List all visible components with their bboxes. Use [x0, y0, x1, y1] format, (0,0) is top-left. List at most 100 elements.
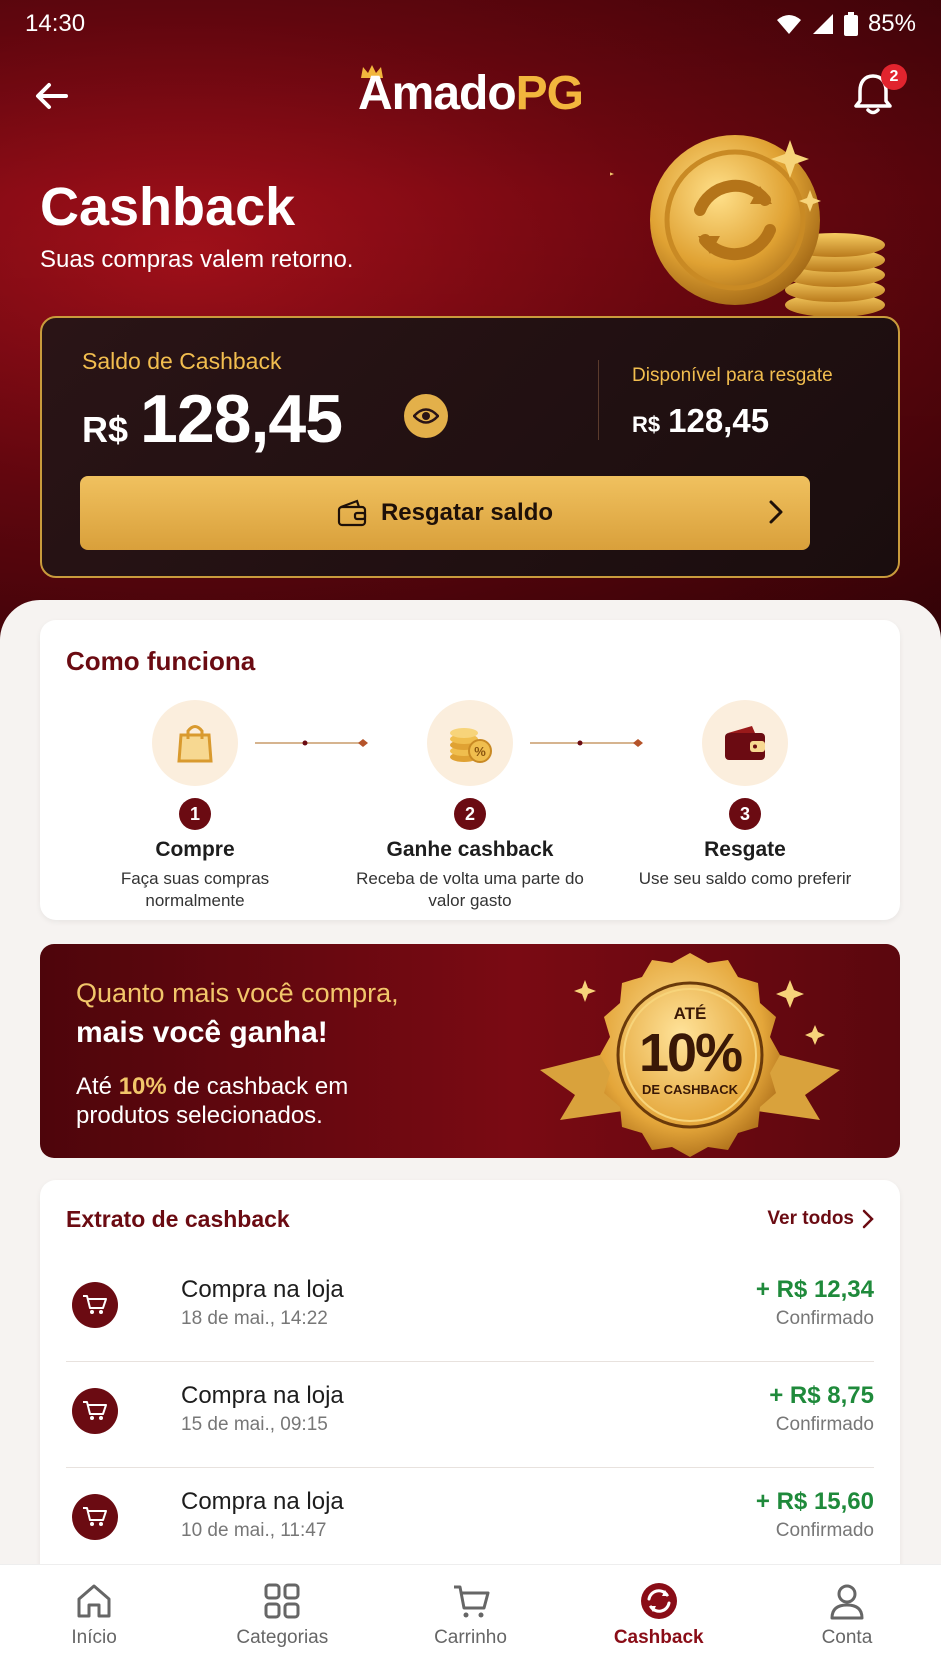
redeem-label: Resgatar saldo [380, 499, 554, 526]
step-icon-bg: % [427, 700, 513, 786]
notifications-button[interactable]: 2 [851, 64, 907, 120]
row-date: 18 de mai., 14:22 [181, 1308, 328, 1329]
signal-icon [812, 14, 833, 34]
see-all-label: Ver todos [767, 1208, 854, 1229]
wallet-icon [725, 726, 765, 760]
cashback-seal: ATÉ 10% DE CASHBACK [520, 950, 860, 1158]
eye-icon [413, 408, 439, 424]
nav-label: Categorias [236, 1627, 329, 1648]
cashback-icon [640, 1583, 677, 1619]
step-name: Resgate [704, 838, 786, 861]
row-status: Confirmado [775, 1414, 874, 1435]
step-redeem: 3 Resgate Use seu saldo como preferir [625, 700, 865, 890]
shopping-bag-icon [177, 725, 213, 763]
statement-row[interactable]: Compra na loja 18 de mai., 14:22 + R$ 12… [66, 1256, 874, 1362]
wallet-icon [337, 499, 367, 527]
logo-text-amado: Amado [357, 67, 517, 120]
seal-bottom-text: DE CASHBACK [641, 1082, 739, 1097]
seal-top-text: ATÉ [673, 1004, 707, 1023]
row-date: 15 de mai., 09:15 [181, 1414, 328, 1435]
row-icon-bg [72, 1282, 118, 1328]
nav-label: Carrinho [434, 1627, 507, 1648]
nav-label: Cashback [613, 1627, 704, 1648]
row-amount: + R$ 8,75 [769, 1382, 874, 1409]
statement-title: Extrato de cashback [66, 1206, 290, 1232]
nav-item-account[interactable]: Conta [753, 1565, 941, 1672]
balance-card: Saldo de Cashback R$ 128,45 Disponível p… [40, 316, 900, 578]
balance-amount: 128,45 [140, 381, 343, 457]
nav-item-cart[interactable]: Carrinho [376, 1565, 564, 1672]
nav-label: Conta [821, 1627, 873, 1648]
promo-banner[interactable]: Quanto mais você compra, mais você ganha… [40, 944, 900, 1158]
svg-text:%: % [474, 744, 486, 759]
cashback-coin-illustration [610, 135, 885, 317]
step-icon-bg [152, 700, 238, 786]
statement-row[interactable]: Compra na loja 10 de mai., 11:47 + R$ 15… [66, 1468, 874, 1574]
redeem-balance-button[interactable]: Resgatar saldo [80, 476, 810, 550]
logo-text-pg: PG [515, 67, 584, 120]
notification-badge: 2 [881, 64, 907, 90]
seal-value: 10% [638, 1023, 743, 1083]
promo-line-1: Quanto mais você compra, [76, 978, 399, 1008]
promo-line-2: mais você ganha! [76, 1016, 328, 1049]
wifi-icon [776, 15, 801, 34]
see-all-link[interactable]: Ver todos [767, 1208, 874, 1230]
nav-item-cashback[interactable]: Cashback [565, 1565, 753, 1672]
row-date: 10 de mai., 11:47 [181, 1520, 327, 1541]
page-subtitle: Suas compras valem retorno. [40, 246, 354, 273]
how-it-works-card: Como funciona 1 Compre Faça suas compras… [40, 620, 900, 920]
step-number: 3 [729, 798, 761, 830]
user-icon [830, 1584, 864, 1620]
chevron-right-icon [769, 500, 783, 524]
row-icon-bg [72, 1388, 118, 1434]
step-number: 1 [179, 798, 211, 830]
nav-item-categories[interactable]: Categorias [188, 1565, 376, 1672]
row-name: Compra na loja [181, 1488, 344, 1515]
cart-icon [83, 1507, 107, 1526]
battery-icon [843, 12, 858, 36]
row-name: Compra na loja [181, 1276, 344, 1303]
available-label: Disponível para resgate [632, 365, 833, 386]
row-name: Compra na loja [181, 1382, 344, 1409]
row-status: Confirmado [775, 1520, 874, 1541]
page-title: Cashback [40, 177, 296, 237]
home-icon [77, 1584, 111, 1618]
promo-highlight: 10% [118, 1073, 167, 1100]
grid-icon [264, 1583, 300, 1619]
step-description: Receba de volta uma parte do valor gasto [356, 869, 584, 910]
cart-icon [83, 1295, 107, 1314]
row-amount: + R$ 12,34 [755, 1276, 874, 1303]
app-logo: AmadoPG [0, 66, 941, 121]
step-icon-bg [702, 700, 788, 786]
step-number: 2 [454, 798, 486, 830]
balance-label: Saldo de Cashback [82, 348, 282, 374]
step-description: Use seu saldo como preferir [638, 869, 852, 888]
nav-label: Início [71, 1627, 117, 1648]
nav-item-home[interactable]: Início [0, 1565, 188, 1672]
status-time: 14:30 [25, 10, 86, 37]
row-icon-bg [72, 1494, 118, 1540]
step-description: Faça suas compras normalmente [120, 869, 270, 910]
step-name: Ganhe cashback [386, 838, 554, 861]
promo-line-3-prefix: Até [76, 1073, 119, 1100]
how-it-works-title: Como funciona [66, 646, 256, 676]
chevron-right-icon [862, 1209, 874, 1229]
toggle-visibility-button[interactable] [404, 394, 448, 438]
battery-percent: 85% [867, 10, 916, 37]
coins-percent-icon: % [450, 728, 492, 763]
balance-value: R$ 128,45 [82, 380, 343, 458]
available-value: R$ 128,45 [632, 402, 769, 440]
available-amount: 128,45 [668, 402, 770, 439]
status-bar: 14:30 85% [0, 0, 941, 48]
balance-divider [598, 360, 599, 440]
step-earn: % 2 Ganhe cashback Receba de volta uma p… [350, 700, 590, 912]
promo-line-3: Até 10% de cashback em produtos selecion… [76, 1072, 396, 1130]
top-nav: AmadoPG 2 [0, 60, 941, 130]
bottom-nav: Início Categorias Carrinho Cashback Cont… [0, 1564, 941, 1672]
available-currency: R$ [632, 412, 661, 437]
status-icons: 85% [776, 10, 916, 38]
statement-row[interactable]: Compra na loja 15 de mai., 09:15 + R$ 8,… [66, 1362, 874, 1468]
cart-icon [453, 1585, 489, 1618]
step-name: Compre [155, 838, 235, 861]
row-amount: + R$ 15,60 [755, 1488, 874, 1515]
